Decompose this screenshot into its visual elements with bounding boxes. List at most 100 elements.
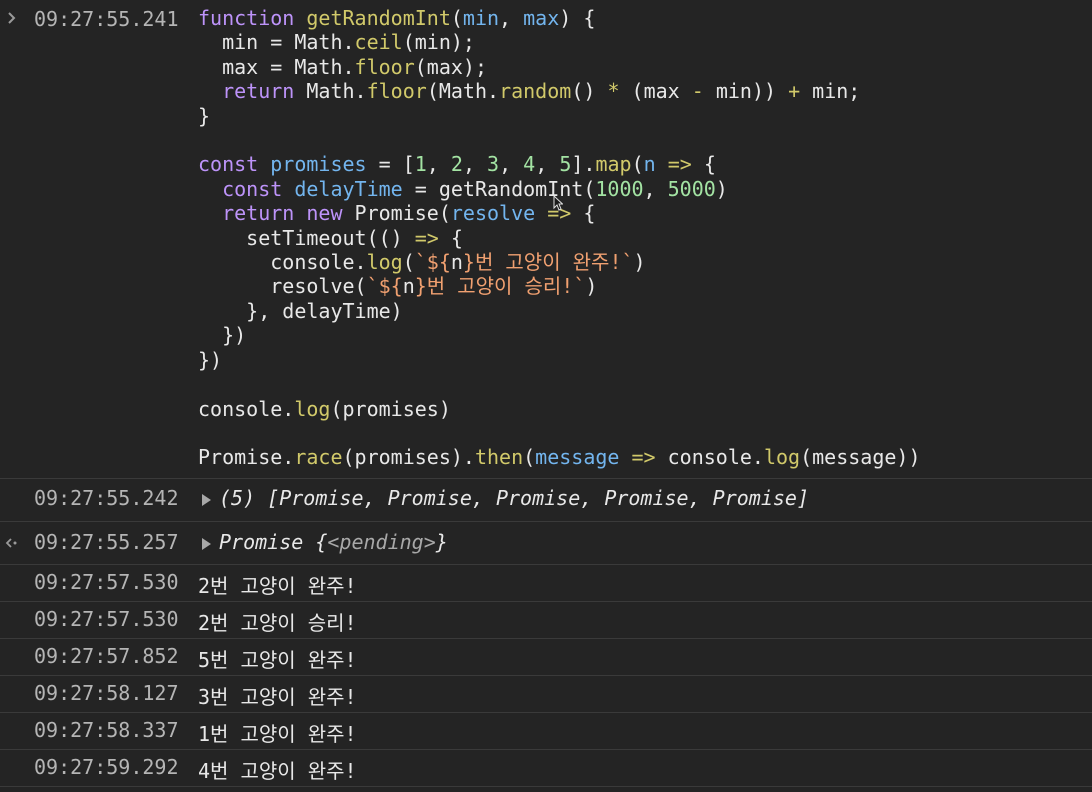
code-token: 5000 <box>667 176 716 201</box>
devtools-console: 09:27:55.241 function getRandomInt(min, … <box>0 0 1092 792</box>
code-token: (max <box>619 79 692 104</box>
code-token: function <box>198 6 307 30</box>
code-line: max = Math.floor(max); <box>198 55 921 79</box>
log-message: 3번 고양이 완주! <box>198 685 357 709</box>
timestamp: 09:27:58.127 <box>34 681 179 705</box>
code-token: return <box>198 79 307 104</box>
timestamp: 09:27:59.292 <box>34 755 179 779</box>
code-token: 1 <box>414 152 427 177</box>
code-token: return new <box>198 201 355 226</box>
code-token: setTimeout(() <box>198 225 415 250</box>
promise-preview[interactable]: Promise {<pending>} <box>219 530 448 554</box>
code-token: floor <box>354 54 415 79</box>
code-token: min <box>462 6 500 30</box>
code-token: => <box>414 225 439 250</box>
code-token: promises <box>270 152 367 177</box>
code-token: 2 <box>450 152 463 177</box>
timestamp: 09:27:57.530 <box>34 570 179 594</box>
code-token: (Math. <box>426 79 500 104</box>
code-line: resolve(`${n}번 고양이 승리!`) <box>198 274 921 298</box>
code-token: (message)) <box>800 445 921 470</box>
code-token: message <box>535 445 620 470</box>
code-line: function getRandomInt(min, max) { <box>198 6 921 30</box>
code-token: 5 <box>559 152 572 177</box>
code-token: n <box>402 274 415 299</box>
code-token: delayTime <box>294 176 403 201</box>
return-arrow-icon <box>5 534 19 555</box>
code-token: ) <box>633 250 646 275</box>
code-token: ( <box>631 152 644 177</box>
mouse-pointer-icon <box>553 192 564 211</box>
code-block[interactable]: function getRandomInt(min, max) { min = … <box>198 6 921 470</box>
code-token: (min); <box>402 30 475 55</box>
log-message: 5번 고양이 완주! <box>198 648 357 672</box>
timestamp: 09:27:58.337 <box>34 718 179 742</box>
code-token: { <box>691 152 716 177</box>
code-token: }번 고양이 승리!` <box>414 274 586 299</box>
code-token: max = Math. <box>198 54 355 79</box>
code-token: `${ <box>414 250 451 275</box>
code-token: , <box>499 152 524 177</box>
code-token: Math. <box>306 79 367 104</box>
promise-prefix: Promise { <box>219 530 328 554</box>
code-token: resolve( <box>198 274 367 299</box>
expand-triangle-icon[interactable] <box>202 538 211 550</box>
code-token: max <box>523 6 560 30</box>
code-token: console. <box>655 445 764 470</box>
array-preview[interactable]: (5) [Promise, Promise, Promise, Promise,… <box>219 486 809 510</box>
code-token: }번 고양이 완주!` <box>462 250 634 275</box>
code-line: const promises = [1, 2, 3, 4, 5].map(n =… <box>198 152 921 176</box>
console-log-entry: 09:27:58.337 1번 고양이 완주! <box>0 713 1092 750</box>
code-token: resolve <box>450 201 536 226</box>
code-token: , <box>499 6 524 30</box>
code-token: console. <box>198 396 295 421</box>
code-token: , <box>535 152 560 177</box>
code-line: min = Math.ceil(min); <box>198 30 921 54</box>
code-token: log <box>763 445 801 470</box>
code-token: map <box>595 152 632 177</box>
code-token: n <box>450 250 463 275</box>
code-token: => <box>619 445 656 470</box>
code-line: }) <box>198 348 921 372</box>
code-token: then <box>474 445 524 470</box>
code-token: = getRandomInt( <box>402 176 596 201</box>
code-token: + <box>788 79 801 104</box>
code-line: console.log(promises) <box>198 397 921 421</box>
code-token: random <box>499 79 572 104</box>
code-token: ) { <box>559 6 596 30</box>
code-token: `${ <box>366 274 403 299</box>
console-log-entry: 09:27:55.242 (5) [Promise, Promise, Prom… <box>0 479 1092 522</box>
console-log-entry: 09:27:59.292 4번 고양이 완주! <box>0 750 1092 787</box>
code-token: (max); <box>414 54 488 79</box>
code-token: , <box>462 152 488 177</box>
code-token: min)) <box>703 79 789 104</box>
code-line: return Math.floor(Math.random() * (max -… <box>198 79 921 103</box>
code-token: } <box>198 103 211 128</box>
code-line: ​ <box>198 421 921 445</box>
timestamp: 09:27:57.530 <box>34 607 179 631</box>
code-line: ​ <box>198 128 921 152</box>
code-token: ( <box>523 445 536 470</box>
log-message: 4번 고양이 완주! <box>198 759 357 783</box>
code-token: = [ <box>366 152 415 177</box>
code-token: getRandomInt <box>306 6 451 30</box>
code-token: (promises). <box>342 445 475 470</box>
code-token: 4 <box>523 152 536 177</box>
timestamp: 09:27:57.852 <box>34 644 179 668</box>
code-line: ​ <box>198 372 921 396</box>
code-line: }, delayTime) <box>198 299 921 323</box>
code-token: floor <box>366 79 427 104</box>
expand-triangle-icon[interactable] <box>202 494 211 506</box>
console-log-entry: 09:27:57.530 2번 고양이 승리! <box>0 602 1092 639</box>
console-input-entry[interactable]: 09:27:55.241 function getRandomInt(min, … <box>0 0 1092 479</box>
log-list: 09:27:57.530 2번 고양이 완주! 09:27:57.530 2번 … <box>0 565 1092 787</box>
code-token: n <box>643 152 656 177</box>
code-token: }, delayTime) <box>198 298 403 323</box>
code-line: } <box>198 104 921 128</box>
code-token: ]. <box>571 152 596 177</box>
timestamp: 09:27:55.257 <box>34 530 179 554</box>
code-token: ) <box>585 274 598 299</box>
timestamp: 09:27:55.242 <box>34 486 179 510</box>
log-message: 2번 고양이 승리! <box>198 611 357 635</box>
code-token: Promise( <box>354 201 451 226</box>
